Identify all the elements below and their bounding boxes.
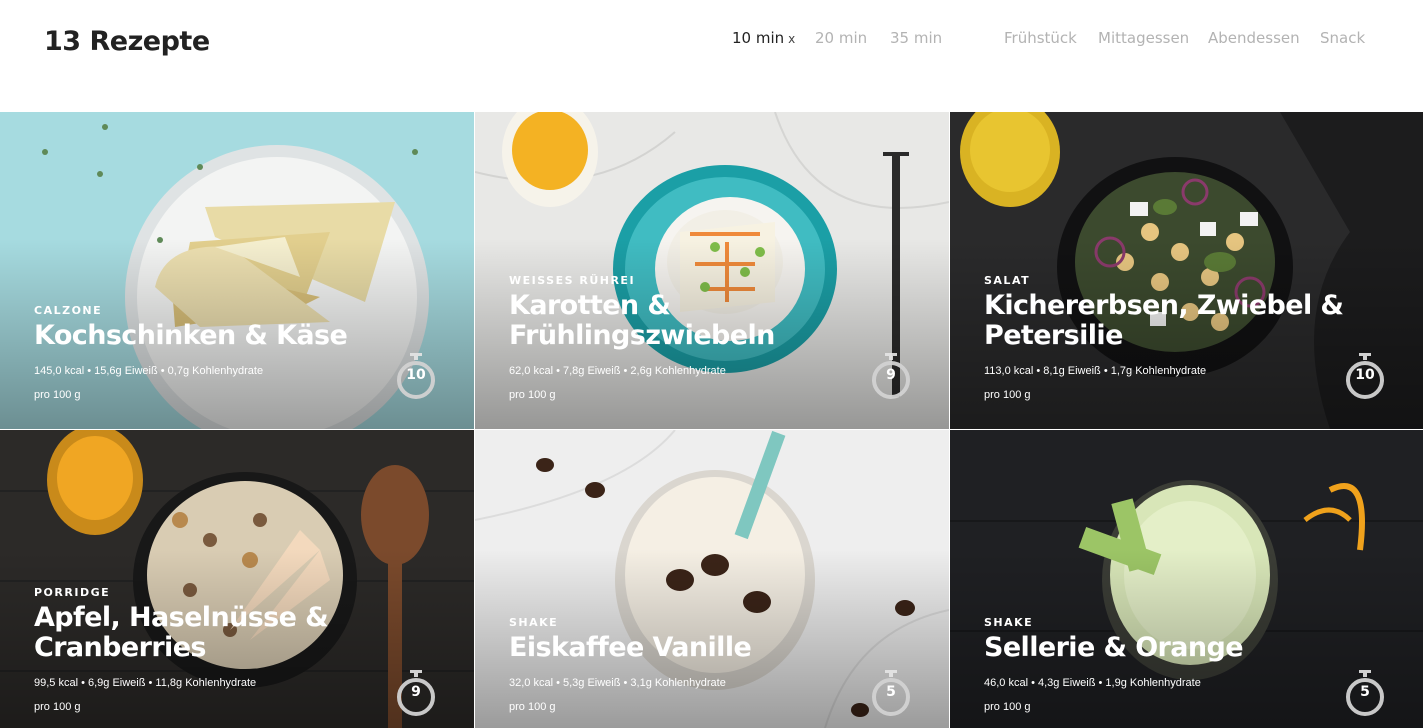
filter-35-min[interactable]: 35 min bbox=[890, 29, 942, 47]
prep-time-badge: 10 bbox=[1345, 353, 1385, 401]
recipe-card[interactable]: Porridge Apfel, Haselnüsse & Cranberries … bbox=[0, 430, 474, 728]
recipe-category: Salat bbox=[984, 274, 1031, 287]
recipe-category: Calzone bbox=[34, 304, 103, 317]
recipe-info: Weisses Rührei Karotten & Frühlingszwiebe… bbox=[509, 274, 775, 401]
prep-time-badge: 9 bbox=[871, 353, 911, 401]
recipe-nutrition: 62,0 kcal • 7,8g Eiweiß • 2,6g Kohlenhyd… bbox=[509, 365, 726, 377]
recipe-info: Salat Kichererbsen, Zwiebel & Petersilie … bbox=[984, 274, 1344, 401]
prep-time-minutes: 9 bbox=[886, 367, 896, 383]
recipe-name: Kichererbsen, Zwiebel & Petersilie bbox=[984, 290, 1344, 351]
recipe-card[interactable]: Shake Sellerie & Orange 46,0 kcal • 4,3g… bbox=[950, 430, 1423, 728]
recipe-portion: pro 100 g bbox=[509, 389, 556, 401]
recipe-card[interactable]: Salat Kichererbsen, Zwiebel & Petersilie … bbox=[950, 112, 1423, 429]
prep-time-minutes: 9 bbox=[411, 684, 421, 700]
filter-label: 10 min bbox=[732, 29, 785, 47]
filter-mittagessen[interactable]: Mittagessen bbox=[1098, 29, 1189, 47]
recipe-info: Calzone Kochschinken & Käse 145,0 kcal •… bbox=[34, 304, 348, 401]
prep-time-badge: 10 bbox=[396, 353, 436, 401]
recipe-nutrition: 113,0 kcal • 8,1g Eiweiß • 1,7g Kohlenhy… bbox=[984, 365, 1207, 377]
recipe-nutrition: 145,0 kcal • 15,6g Eiweiß • 0,7g Kohlenh… bbox=[34, 365, 264, 377]
recipe-name: Eiskaffee Vanille bbox=[509, 632, 752, 663]
recipe-portion: pro 100 g bbox=[509, 701, 556, 713]
filter-10-min[interactable]: 10 min x bbox=[732, 29, 795, 47]
recipe-card[interactable]: Calzone Kochschinken & Käse 145,0 kcal •… bbox=[0, 112, 474, 429]
filter-abendessen[interactable]: Abendessen bbox=[1208, 29, 1300, 47]
recipe-info: Shake Sellerie & Orange 46,0 kcal • 4,3g… bbox=[984, 616, 1244, 713]
recipe-portion: pro 100 g bbox=[984, 389, 1031, 401]
clear-filter-icon[interactable]: x bbox=[788, 32, 795, 46]
recipe-nutrition: 46,0 kcal • 4,3g Eiweiß • 1,9g Kohlenhyd… bbox=[984, 677, 1201, 689]
prep-time-badge: 5 bbox=[1345, 670, 1385, 718]
recipe-nutrition: 32,0 kcal • 5,3g Eiweiß • 3,1g Kohlenhyd… bbox=[509, 677, 726, 689]
recipe-category: Shake bbox=[509, 616, 559, 629]
recipe-name: Karotten & Frühlingszwiebeln bbox=[509, 290, 775, 351]
recipe-portion: pro 100 g bbox=[984, 701, 1031, 713]
prep-time-badge: 9 bbox=[396, 670, 436, 718]
recipe-nutrition: 99,5 kcal • 6,9g Eiweiß • 11,8g Kohlenhy… bbox=[34, 677, 257, 689]
recipe-card[interactable]: Weisses Rührei Karotten & Frühlingszwiebe… bbox=[475, 112, 949, 429]
recipe-card[interactable]: Shake Eiskaffee Vanille 32,0 kcal • 5,3g… bbox=[475, 430, 949, 728]
prep-time-badge: 5 bbox=[871, 670, 911, 718]
recipe-category: Shake bbox=[984, 616, 1034, 629]
filter-snack[interactable]: Snack bbox=[1320, 29, 1365, 47]
recipe-portion: pro 100 g bbox=[34, 389, 81, 401]
prep-time-minutes: 10 bbox=[406, 367, 426, 383]
recipe-portion: pro 100 g bbox=[34, 701, 81, 713]
recipe-name: Sellerie & Orange bbox=[984, 632, 1244, 663]
filter-20-min[interactable]: 20 min bbox=[815, 29, 867, 47]
recipe-category: Porridge bbox=[34, 586, 111, 599]
recipe-name: Kochschinken & Käse bbox=[34, 320, 348, 351]
recipe-grid: Calzone Kochschinken & Käse 145,0 kcal •… bbox=[0, 112, 1423, 728]
recipe-name: Apfel, Haselnüsse & Cranberries bbox=[34, 602, 329, 663]
recipe-info: Porridge Apfel, Haselnüsse & Cranberries … bbox=[34, 586, 329, 713]
recipe-info: Shake Eiskaffee Vanille 32,0 kcal • 5,3g… bbox=[509, 616, 752, 713]
prep-time-minutes: 10 bbox=[1355, 367, 1375, 383]
page-header: 13 Rezepte 10 min x 20 min 35 min Frühstü… bbox=[0, 0, 1423, 112]
filter-fruehstueck[interactable]: Frühstück bbox=[1004, 29, 1077, 47]
prep-time-minutes: 5 bbox=[1360, 684, 1370, 700]
prep-time-minutes: 5 bbox=[886, 684, 896, 700]
page-title: 13 Rezepte bbox=[44, 26, 210, 57]
recipe-category: Weisses Rührei bbox=[509, 274, 636, 287]
